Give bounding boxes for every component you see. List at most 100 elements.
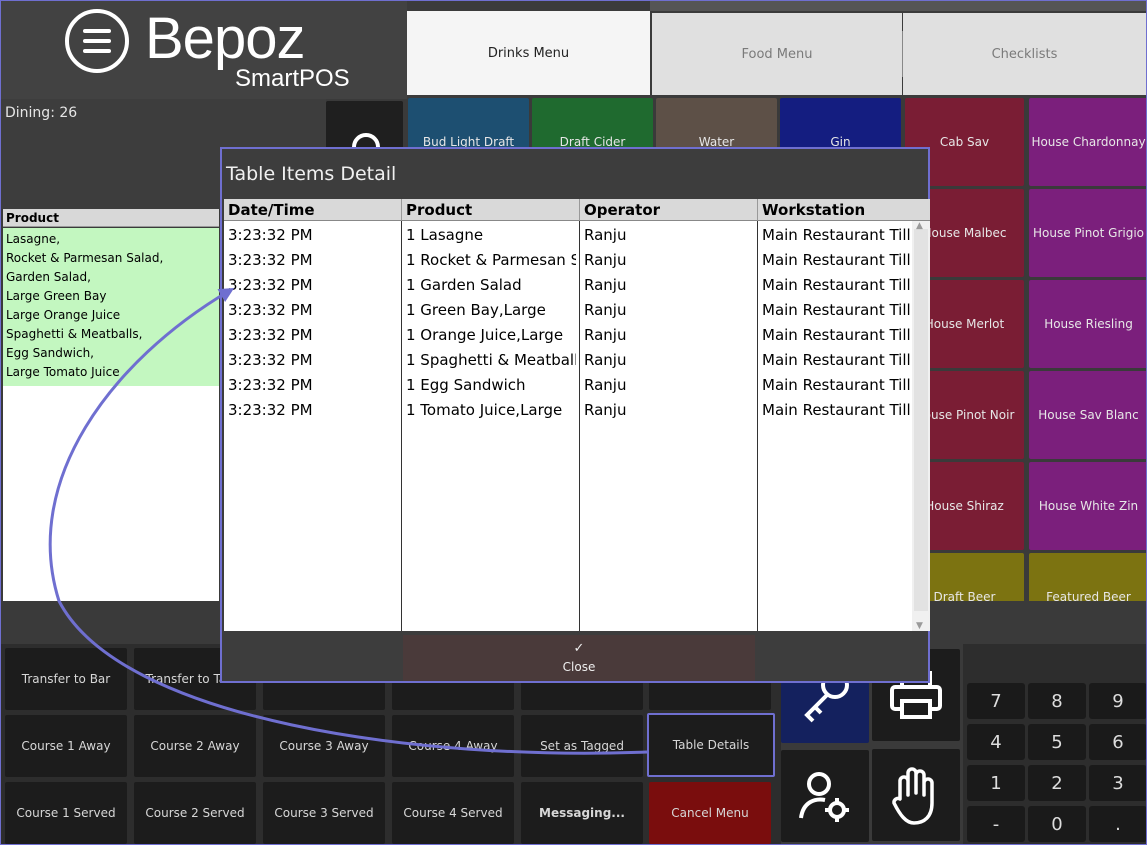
table-cell[interactable]: Main Restaurant Till 1 [762,298,910,323]
table-cell[interactable]: Main Restaurant Till 1 [762,223,910,248]
messaging-button[interactable]: Messaging... [521,782,643,844]
table-cell[interactable]: 3:23:32 PM [228,273,398,298]
course-3-away-button[interactable]: Course 3 Away [263,715,385,777]
scroll-down-icon[interactable]: ▼ [916,621,923,631]
user-settings-button[interactable] [781,750,869,842]
keypad-key[interactable]: 5 [1028,724,1086,760]
dining-label: Dining: 26 [5,105,78,121]
product-list[interactable]: Lasagne, Rocket & Parmesan Salad, Garden S… [3,228,219,602]
column-divider [757,221,758,631]
drink-tile[interactable]: House Riesling [1029,280,1146,368]
column-divider [579,221,580,631]
table-cell[interactable]: 1 Lasagne [406,223,576,248]
course-4-away-button[interactable]: Course 4 Away [392,715,514,777]
table-details-button[interactable]: Table Details [647,713,775,777]
drink-tile[interactable]: House Chardonnay [1029,98,1146,186]
table-cell[interactable]: Main Restaurant Till 1 [762,248,910,273]
product-list-item[interactable]: Large Green Bay [6,287,216,306]
table-cell[interactable]: 1 Spaghetti & Meatball [406,348,576,373]
table-cell[interactable]: 1 Garden Salad [406,273,576,298]
product-list-item[interactable]: Egg Sandwich, [6,344,216,363]
table-cell[interactable]: 1 Tomato Juice,Large [406,398,576,423]
table-cell[interactable]: 3:23:32 PM [228,348,398,373]
table-cell[interactable]: Main Restaurant Till 1 [762,348,910,373]
transfer-to-bar-button[interactable]: Transfer to Bar [5,648,127,710]
keypad-key[interactable]: 3 [1089,765,1146,801]
table-cell[interactable]: Ranju [584,223,754,248]
table-cell[interactable]: Ranju [584,398,754,423]
table-cell[interactable]: 1 Egg Sandwich [406,373,576,398]
dialog-title: Table Items Detail [226,163,397,185]
product-list-item[interactable]: Large Orange Juice [6,306,216,325]
table-cell[interactable]: 1 Green Bay,Large [406,298,576,323]
keypad-key[interactable]: 9 [1089,683,1146,719]
product-list-item[interactable]: Spaghetti & Meatballs, [6,325,216,344]
table-cell[interactable]: Main Restaurant Till 1 [762,398,910,423]
product-list-item[interactable]: Garden Salad, [6,268,216,287]
product-list-item[interactable]: Rocket & Parmesan Salad, [6,249,216,268]
table-cell[interactable]: 3:23:32 PM [228,323,398,348]
keypad-key[interactable]: 6 [1089,724,1146,760]
items-grid[interactable]: Date/Time Product Operator Workstation 3… [224,199,930,631]
tab-food-menu[interactable]: Food Menu [652,13,902,95]
brand-name: Bepoz [145,6,305,71]
column-header-datetime[interactable]: Date/Time [224,199,402,221]
close-label: Close [562,660,596,674]
course-3-served-button[interactable]: Course 3 Served [263,782,385,844]
tab-checklists[interactable]: Checklists [903,13,1146,95]
user-gear-icon [799,772,849,822]
close-button[interactable]: ✓ Close [403,635,755,681]
vertical-scrollbar[interactable]: ▲ ▼ [912,221,930,631]
table-cell[interactable]: 3:23:32 PM [228,298,398,323]
table-cell[interactable]: Ranju [584,323,754,348]
table-cell[interactable]: Ranju [584,373,754,398]
scrollbar-thumb[interactable] [914,229,928,611]
keypad-key[interactable]: 7 [967,683,1025,719]
tabs-strip [650,1,1146,11]
table-cell[interactable]: 3:23:32 PM [228,398,398,423]
product-list-items: Lasagne, Rocket & Parmesan Salad, Garden S… [3,228,219,386]
table-cell[interactable]: Main Restaurant Till 1 [762,373,910,398]
product-list-item[interactable]: Lasagne, [6,230,216,249]
table-items-detail-dialog: Table Items Detail Date/Time Product Ope… [220,147,930,683]
checkmark-icon: ✓ [573,641,585,656]
table-cell[interactable]: Ranju [584,348,754,373]
tab-drinks-menu[interactable]: Drinks Menu [407,11,650,95]
keypad-key[interactable]: . [1089,806,1146,842]
keypad-key[interactable]: 0 [1028,806,1086,842]
header-logo-area: Bepoz SmartPOS [1,1,407,99]
table-cell[interactable]: Main Restaurant Till 1 [762,323,910,348]
course-1-served-button[interactable]: Course 1 Served [5,782,127,844]
course-2-served-button[interactable]: Course 2 Served [134,782,256,844]
table-cell[interactable]: 1 Rocket & Parmesan S [406,248,576,273]
drink-tile[interactable]: House Pinot Grigio [1029,189,1146,277]
drink-tile[interactable]: House White Zin [1029,462,1146,550]
column-header-product[interactable]: Product [402,199,580,221]
course-4-served-button[interactable]: Course 4 Served [392,782,514,844]
keypad-key[interactable]: - [967,806,1025,842]
stop-button[interactable] [872,749,960,841]
table-cell[interactable]: 1 Orange Juice,Large [406,323,576,348]
column-header-operator[interactable]: Operator [580,199,758,221]
course-2-away-button[interactable]: Course 2 Away [134,715,256,777]
product-list-header: Product [3,209,219,227]
keypad-key[interactable]: 1 [967,765,1025,801]
menu-icon[interactable] [65,9,129,73]
table-cell[interactable]: 3:23:32 PM [228,248,398,273]
table-cell[interactable]: Ranju [584,273,754,298]
course-1-away-button[interactable]: Course 1 Away [5,715,127,777]
table-cell[interactable]: 3:23:32 PM [228,373,398,398]
keypad-key[interactable]: 8 [1028,683,1086,719]
product-list-item[interactable]: Large Tomato Juice [6,363,216,382]
keypad-key[interactable]: 4 [967,724,1025,760]
table-cell[interactable]: Main Restaurant Till 1 [762,273,910,298]
set-as-tagged-button[interactable]: Set as Tagged [521,715,643,777]
table-cell[interactable]: Ranju [584,248,754,273]
table-cell[interactable]: 3:23:32 PM [228,223,398,248]
cancel-menu-button[interactable]: Cancel Menu [649,782,771,844]
column-header-workstation[interactable]: Workstation [758,199,930,221]
drink-tile[interactable]: House Sav Blanc [1029,371,1146,459]
scroll-up-icon[interactable]: ▲ [916,221,923,231]
keypad-key[interactable]: 2 [1028,765,1086,801]
table-cell[interactable]: Ranju [584,298,754,323]
